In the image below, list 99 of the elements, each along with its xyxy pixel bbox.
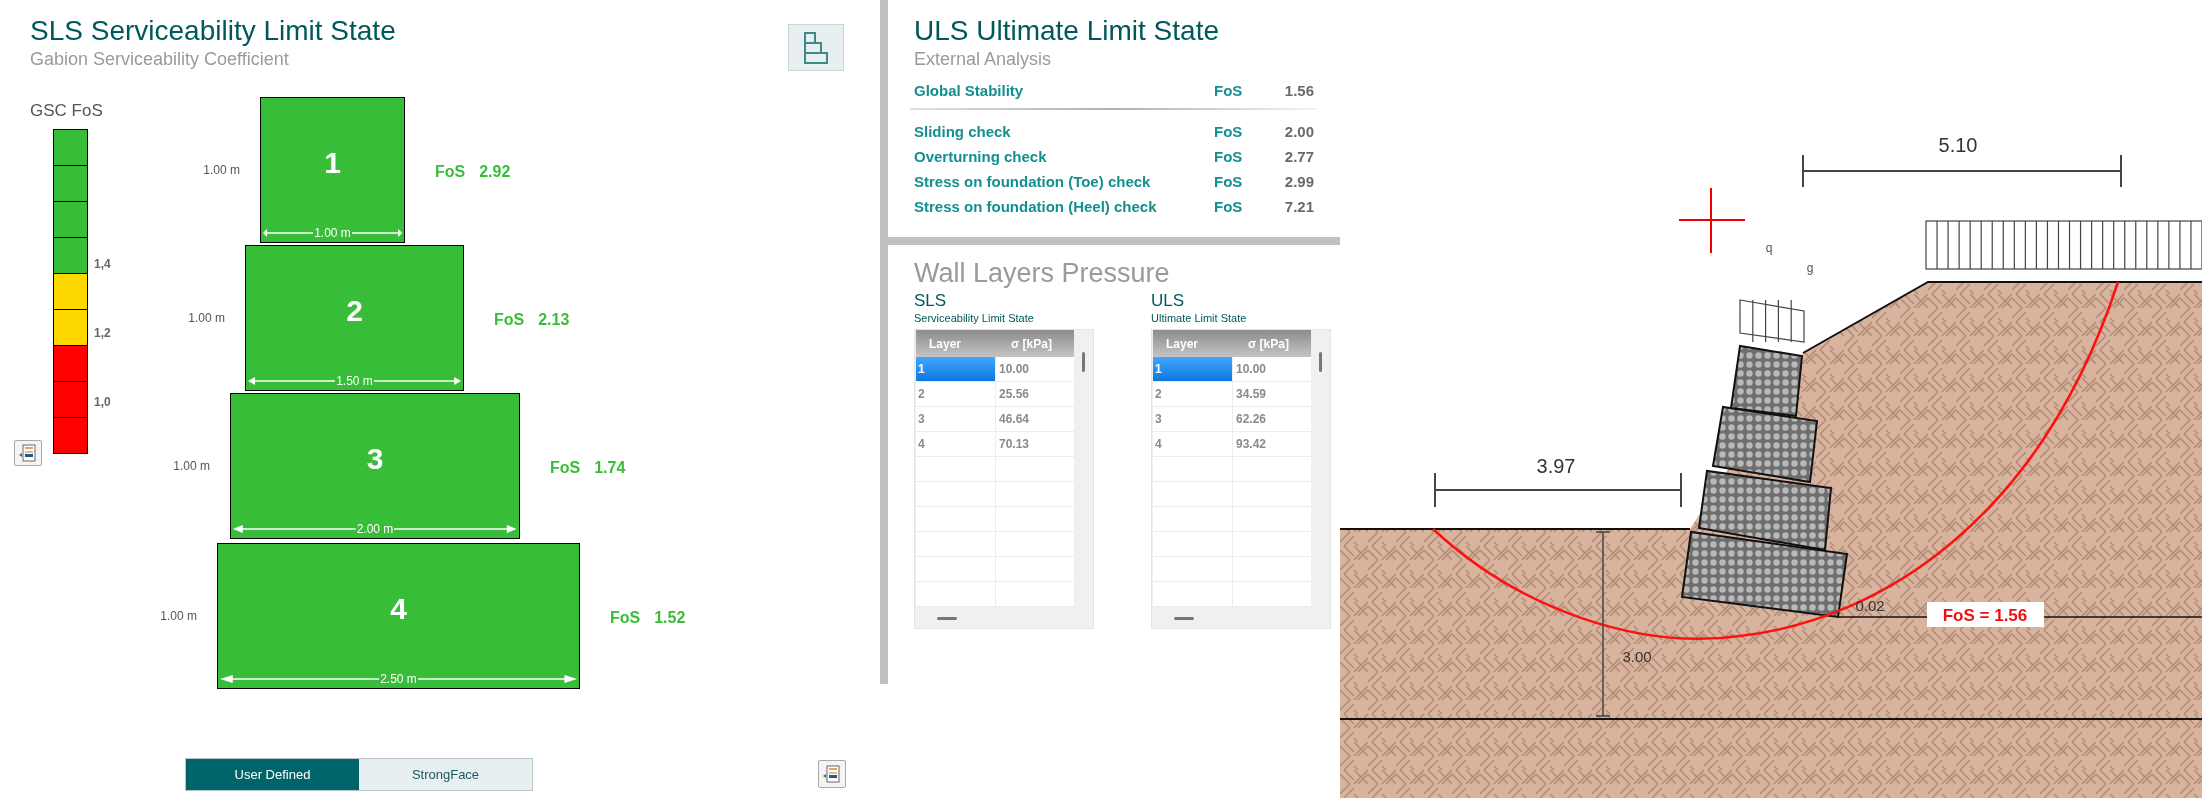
column-header[interactable]: Layer bbox=[1153, 334, 1233, 353]
export-icon bbox=[18, 443, 38, 463]
mode-tab[interactable]: User Defined bbox=[186, 759, 359, 790]
column-header[interactable]: σ [kPa] bbox=[1233, 334, 1311, 353]
table-cell: 1 bbox=[916, 357, 996, 381]
fos-label: FoS bbox=[435, 162, 466, 182]
fos-value: 2.13 bbox=[538, 310, 570, 330]
table-cell: 2 bbox=[916, 382, 996, 406]
block-number: 2 bbox=[346, 292, 363, 329]
export-icon bbox=[822, 764, 842, 784]
block-number: 1 bbox=[324, 144, 341, 181]
layout-button[interactable] bbox=[788, 24, 844, 71]
fos-label: FoS bbox=[1214, 122, 1244, 143]
table-cell: 1 bbox=[1153, 357, 1233, 381]
block-number: 4 bbox=[390, 590, 407, 627]
dimension-label: 3.00 bbox=[1622, 648, 1652, 665]
width-label: 2.00 m bbox=[355, 523, 395, 535]
dimension-label: 3.97 bbox=[1536, 455, 1576, 477]
column-header[interactable]: σ [kPa] bbox=[996, 334, 1074, 353]
dimension-label: 5.10 bbox=[1938, 134, 1978, 156]
width-label: 2.50 m bbox=[379, 673, 418, 685]
table-row[interactable]: 2 25.56 bbox=[916, 382, 1074, 407]
fos-label: FoS bbox=[1214, 147, 1244, 168]
panel-subtitle: External Analysis bbox=[914, 48, 1053, 70]
check-name: Global Stability bbox=[914, 81, 1025, 101]
table-row[interactable]: 3 62.26 bbox=[1153, 407, 1311, 432]
check-name: Overturning check bbox=[914, 147, 1048, 168]
panel-subtitle: Gabion Serviceability Coefficient bbox=[30, 48, 290, 70]
table-cell-text: 70.13 bbox=[998, 436, 1031, 453]
fos-value: 2.99 bbox=[1283, 172, 1314, 193]
width-label: 1.00 m bbox=[313, 227, 352, 239]
table-cell-text: 10.00 bbox=[998, 361, 1031, 378]
scale-title: GSC FoS bbox=[30, 100, 103, 122]
table-title: ULS bbox=[1151, 291, 1186, 311]
panel-title: ULS Ultimate Limit State bbox=[914, 14, 1220, 48]
height-label: 1.00 m bbox=[202, 162, 240, 179]
fos-value: 1.56 bbox=[1283, 81, 1314, 101]
mode-tab[interactable]: StrongFace bbox=[359, 759, 532, 790]
fos-value: 2.77 bbox=[1283, 147, 1314, 168]
block-number: 3 bbox=[366, 440, 384, 477]
table-row[interactable]: 4 93.42 bbox=[1153, 432, 1311, 457]
stacked-blocks-icon bbox=[801, 30, 831, 65]
fos-value: 7.21 bbox=[1283, 197, 1314, 218]
scrollbar-thumb[interactable] bbox=[937, 617, 957, 620]
panel-title: SLS Serviceability Limit State bbox=[30, 14, 396, 48]
table-row[interactable]: 1 10.00 bbox=[916, 357, 1074, 382]
scrollbar-thumb[interactable] bbox=[1174, 617, 1194, 620]
section-title: Wall Layers Pressure bbox=[914, 257, 1171, 289]
fos-label: FoS bbox=[1214, 81, 1244, 101]
surcharge-load bbox=[1739, 299, 1805, 343]
table-cell-text: 10.00 bbox=[1235, 361, 1268, 378]
fos-value: 2.92 bbox=[479, 162, 511, 182]
check-name: Stress on foundation (Heel) check bbox=[914, 197, 1158, 218]
load-label: q bbox=[1765, 241, 1773, 255]
dimension-label: 0.02 bbox=[1855, 597, 1885, 614]
fos-value: 1.52 bbox=[654, 608, 686, 628]
fos-label: FoS bbox=[494, 310, 525, 330]
height-label: 1.00 m bbox=[172, 458, 210, 475]
scale-tick-label: 1,4 bbox=[94, 256, 111, 273]
table-cell-text: 62.26 bbox=[1235, 411, 1268, 428]
dimension-arrow bbox=[351, 228, 402, 238]
check-name: Stress on foundation (Toe) check bbox=[914, 172, 1152, 193]
width-label: 1.50 m bbox=[335, 375, 374, 387]
height-label: 1.00 m bbox=[187, 310, 225, 327]
table-row[interactable]: 1 10.00 bbox=[1153, 357, 1311, 382]
scrollbar-thumb[interactable] bbox=[1319, 352, 1322, 372]
table-cell: 4 bbox=[1153, 432, 1233, 456]
fos-value: 2.00 bbox=[1283, 122, 1314, 143]
table-cell: 3 bbox=[1153, 407, 1233, 431]
table-cell-text: 34.59 bbox=[1235, 386, 1268, 403]
fos-label: FoS bbox=[610, 608, 641, 628]
table-cell: 3 bbox=[916, 407, 996, 431]
fos-label: FoS bbox=[1214, 172, 1244, 193]
fos-result-label: FoS = 1.56 bbox=[1927, 602, 2044, 627]
fos-value: 1.74 bbox=[594, 458, 626, 478]
table-subtitle: Ultimate Limit State bbox=[1151, 311, 1248, 325]
export-button[interactable] bbox=[818, 760, 846, 788]
fos-label: FoS bbox=[1214, 197, 1244, 218]
table-cell-text: 46.64 bbox=[998, 411, 1031, 428]
load-label: g bbox=[1806, 261, 1814, 275]
export-button[interactable] bbox=[14, 440, 42, 466]
table-row[interactable]: 3 46.64 bbox=[916, 407, 1074, 432]
fos-label: FoS bbox=[550, 458, 581, 478]
table-cell: 2 bbox=[1153, 382, 1233, 406]
height-label: 1.00 m bbox=[159, 608, 197, 625]
table-cell-text: 25.56 bbox=[998, 386, 1031, 403]
check-name: Sliding check bbox=[914, 122, 1012, 143]
center-marker bbox=[1678, 187, 1746, 254]
scrollbar-thumb[interactable] bbox=[1082, 352, 1085, 372]
table-cell: 4 bbox=[916, 432, 996, 456]
table-subtitle: Serviceability Limit State bbox=[914, 311, 1035, 325]
table-title: SLS bbox=[914, 291, 948, 311]
scale-tick-label: 1,0 bbox=[94, 394, 111, 411]
scale-tick-label: 1,2 bbox=[94, 325, 111, 342]
dimension-arrow bbox=[263, 228, 314, 238]
table-row[interactable]: 2 34.59 bbox=[1153, 382, 1311, 407]
table-row[interactable]: 4 70.13 bbox=[916, 432, 1074, 457]
column-header[interactable]: Layer bbox=[916, 334, 996, 353]
table-cell-text: 93.42 bbox=[1235, 436, 1268, 453]
